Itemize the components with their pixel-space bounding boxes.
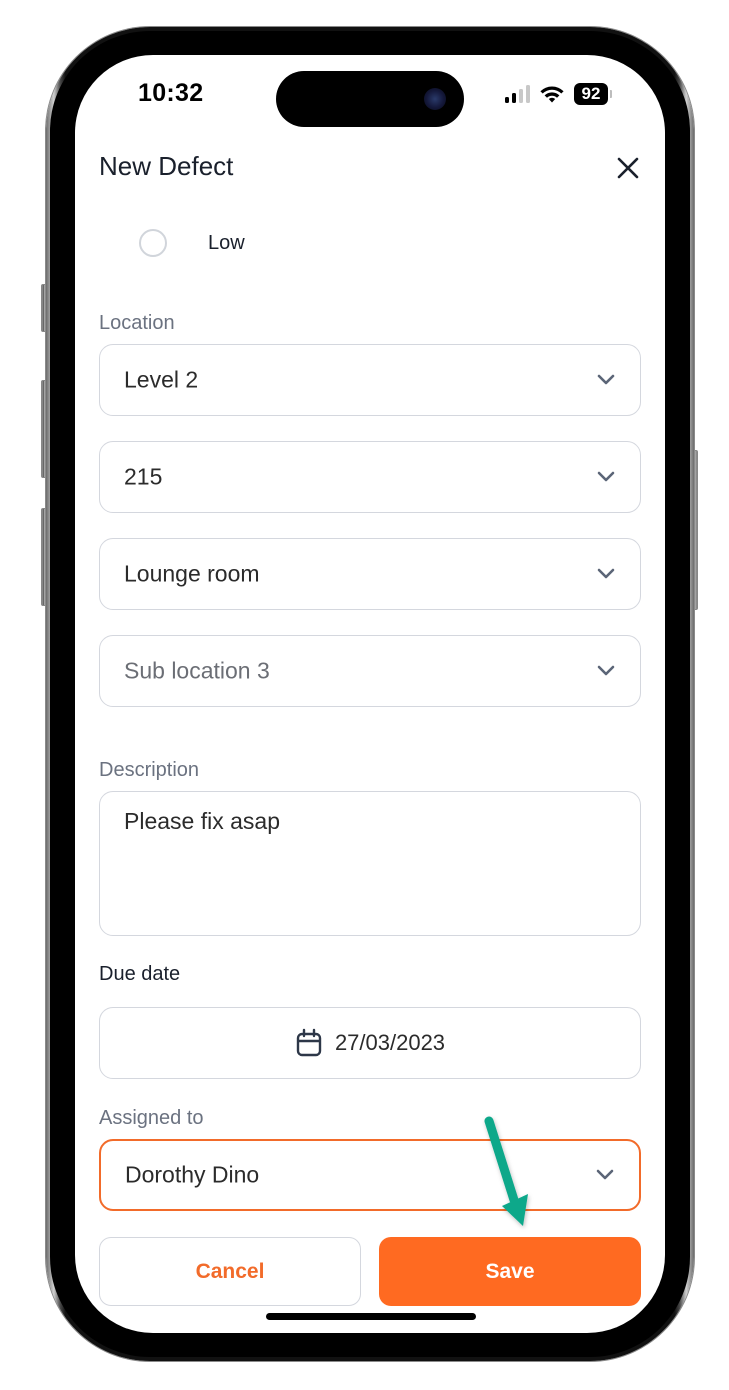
- cellular-signal-icon: [505, 85, 530, 103]
- unit-select[interactable]: 215: [99, 441, 641, 513]
- sub-location-placeholder: Sub location 3: [124, 657, 270, 684]
- priority-low-label: Low: [208, 232, 245, 254]
- unit-value: 215: [124, 463, 163, 490]
- chevron-down-icon: [596, 1169, 614, 1180]
- battery-level: 92: [574, 83, 608, 105]
- chevron-down-icon: [597, 471, 615, 482]
- dynamic-island: [276, 71, 464, 127]
- level-select[interactable]: Level 2: [99, 344, 641, 416]
- cancel-button[interactable]: Cancel: [99, 1237, 361, 1306]
- close-button[interactable]: [612, 152, 644, 184]
- assigned-to-label: Assigned to: [99, 1107, 204, 1129]
- description-value: Please fix asap: [124, 808, 280, 834]
- front-camera-icon: [424, 88, 446, 110]
- close-icon: [617, 157, 639, 179]
- description-label: Description: [99, 759, 200, 781]
- location-label: Location: [99, 312, 175, 334]
- assigned-to-value: Dorothy Dino: [125, 1161, 260, 1188]
- battery-icon: 92: [574, 83, 612, 105]
- chevron-down-icon: [597, 665, 615, 676]
- due-date-value: 27/03/2023: [334, 1030, 446, 1055]
- chevron-down-icon: [597, 374, 615, 385]
- wifi-icon: [540, 86, 564, 103]
- room-select[interactable]: Lounge room: [99, 538, 641, 610]
- assigned-to-select[interactable]: Dorothy Dino: [99, 1139, 641, 1211]
- due-date-label: Due date: [99, 963, 181, 985]
- room-value: Lounge room: [124, 560, 260, 587]
- calendar-icon: [296, 1028, 322, 1057]
- home-indicator: [266, 1313, 476, 1320]
- page-title: New Defect: [99, 151, 234, 181]
- level-value: Level 2: [124, 366, 199, 393]
- status-icons: 92: [505, 82, 612, 106]
- chevron-down-icon: [597, 568, 615, 579]
- due-date-picker[interactable]: 27/03/2023: [99, 1007, 641, 1079]
- status-time: 10:32: [138, 79, 204, 107]
- sub-location-select[interactable]: Sub location 3: [99, 635, 641, 707]
- description-textarea[interactable]: Please fix asap: [99, 791, 641, 936]
- save-button[interactable]: Save: [379, 1237, 641, 1306]
- priority-low-radio[interactable]: [139, 229, 167, 257]
